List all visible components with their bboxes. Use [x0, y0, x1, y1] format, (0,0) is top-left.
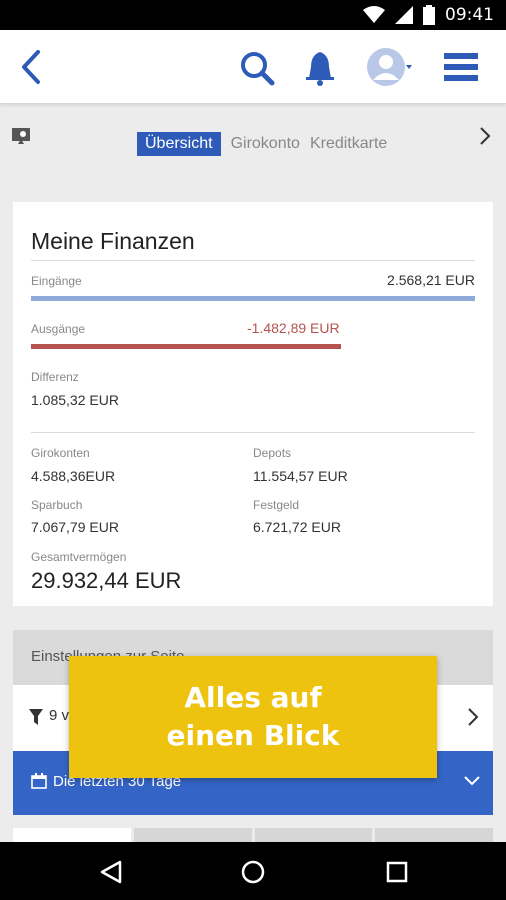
- tab-bar: Übersicht Girokonto Kreditkarte: [137, 132, 387, 156]
- tabs-row: Übersicht Girokonto Kreditkarte: [0, 104, 506, 186]
- income-value: 2.568,21 EUR: [387, 272, 475, 288]
- bottom-tab[interactable]: [133, 828, 252, 842]
- wifi-icon: [363, 6, 385, 23]
- clock: 09:41: [445, 5, 494, 25]
- app-bar: [0, 30, 506, 104]
- search-icon[interactable]: [238, 49, 276, 87]
- filter-icon: [29, 709, 43, 725]
- bottom-tab[interactable]: [254, 828, 373, 842]
- bottom-tab-strip: [13, 828, 493, 842]
- income-bar: [31, 296, 475, 301]
- total-assets-label: Gesamtvermögen: [31, 550, 127, 564]
- tab-kreditkarte[interactable]: Kreditkarte: [310, 132, 387, 156]
- fixed-deposit-value: 6.721,72 EUR: [253, 519, 341, 535]
- bottom-tab[interactable]: [375, 828, 493, 842]
- total-assets-value: 29.932,44 EUR: [31, 568, 182, 593]
- page-icon[interactable]: [12, 128, 30, 144]
- fixed-deposit-label: Festgeld: [253, 498, 300, 512]
- status-bar: 09:41: [0, 0, 506, 30]
- hamburger-menu-icon[interactable]: [442, 49, 480, 85]
- nav-back-icon[interactable]: [98, 859, 124, 885]
- difference-label: Differenz: [31, 370, 79, 384]
- tab-girokonto[interactable]: Girokonto: [231, 132, 300, 156]
- battery-icon: [423, 5, 435, 25]
- chevron-down-icon[interactable]: [463, 775, 481, 787]
- nav-home-icon[interactable]: [240, 859, 266, 885]
- income-label: Eingänge: [31, 274, 82, 288]
- depots-value: 11.554,57 EUR: [253, 468, 348, 484]
- chevron-right-icon[interactable]: [478, 126, 492, 146]
- divider: [31, 432, 475, 433]
- signal-icon: [395, 6, 413, 24]
- tab-uebersicht[interactable]: Übersicht: [137, 132, 221, 156]
- filter-text: 9 v: [49, 707, 70, 724]
- checking-value: 4.588,36EUR: [31, 468, 116, 484]
- difference-value: 1.085,32 EUR: [31, 392, 119, 408]
- finance-card: Meine Finanzen Eingänge 2.568,21 EUR Aus…: [13, 202, 493, 606]
- depots-label: Depots: [253, 446, 292, 460]
- expense-bar: [31, 344, 341, 349]
- divider: [31, 260, 475, 261]
- avatar-icon[interactable]: [366, 46, 418, 88]
- calendar-icon: [31, 773, 47, 789]
- checking-label: Girokonten: [31, 446, 90, 460]
- bottom-tab[interactable]: [13, 828, 131, 842]
- back-arrow-icon[interactable]: [16, 48, 48, 86]
- savings-label: Sparbuch: [31, 498, 83, 512]
- nav-recents-icon[interactable]: [384, 859, 410, 885]
- savings-value: 7.067,79 EUR: [31, 519, 119, 535]
- onboarding-tooltip[interactable]: Alles auf einen Blick: [69, 656, 437, 778]
- android-nav-bar: [0, 842, 506, 900]
- bell-icon[interactable]: [303, 49, 337, 87]
- expense-label: Ausgänge: [31, 322, 86, 336]
- card-title: Meine Finanzen: [31, 228, 195, 254]
- tooltip-text: Alles auf einen Blick: [166, 681, 340, 752]
- chevron-right-icon[interactable]: [467, 707, 479, 727]
- expense-value: -1.482,89 EUR: [247, 320, 340, 336]
